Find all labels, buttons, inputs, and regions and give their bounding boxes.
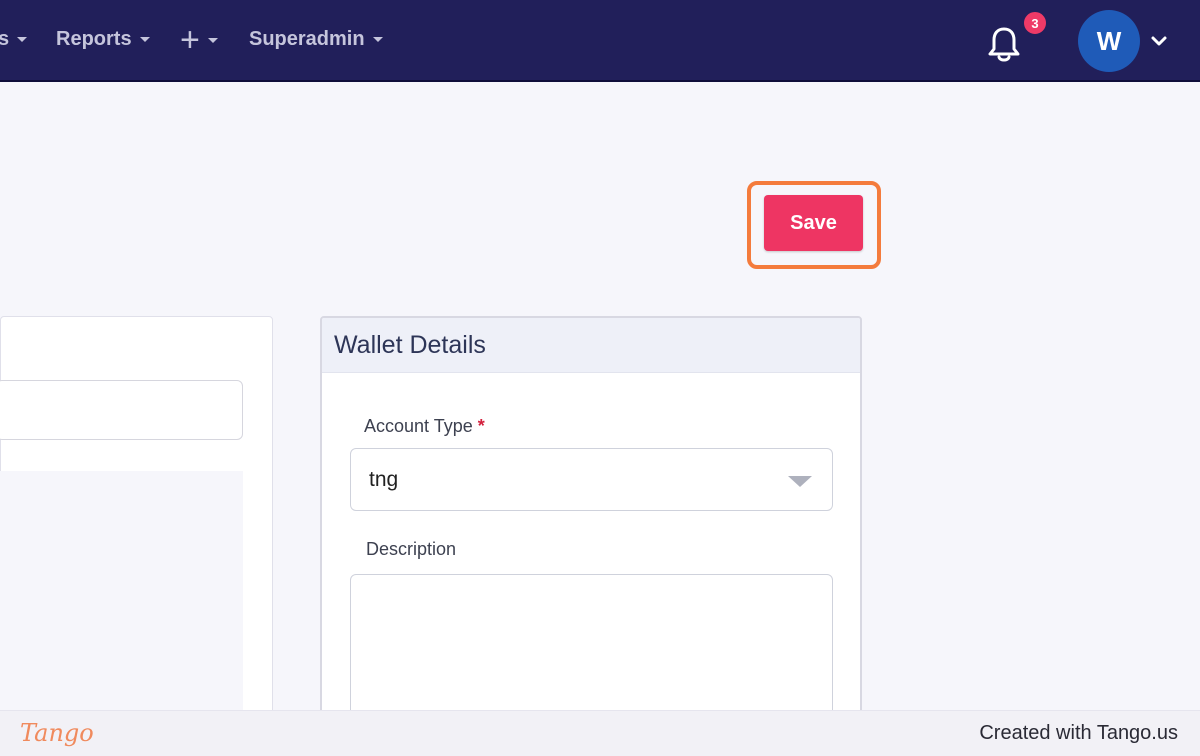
footer: Tango Created with Tango.us bbox=[0, 710, 1200, 756]
tango-logo: Tango bbox=[20, 719, 94, 747]
wallet-details-header: Wallet Details bbox=[322, 318, 860, 373]
nav-item-label: Reports bbox=[56, 28, 132, 50]
wallet-details-card: Wallet Details Account Type * tng Descri… bbox=[320, 316, 862, 716]
account-type-label-text: Account Type bbox=[364, 416, 473, 436]
caret-down-icon bbox=[139, 37, 150, 42]
left-panel bbox=[0, 471, 243, 716]
description-label: Description bbox=[366, 539, 457, 559]
required-mark: * bbox=[477, 416, 485, 436]
account-type-value: tng bbox=[369, 467, 399, 491]
notification-badge: 3 bbox=[1022, 10, 1048, 36]
bell-icon[interactable] bbox=[986, 24, 1022, 64]
plus-icon: + bbox=[180, 21, 200, 59]
left-input-field[interactable] bbox=[0, 380, 243, 440]
account-type-label: Account Type * bbox=[364, 416, 485, 437]
wallet-details-title: Wallet Details bbox=[334, 330, 486, 359]
save-button[interactable]: Save bbox=[764, 195, 863, 251]
nav-item-truncated[interactable]: s bbox=[0, 28, 28, 51]
dropdown-arrow-icon bbox=[788, 476, 812, 487]
caret-down-icon bbox=[372, 37, 383, 42]
nav-item-superadmin[interactable]: Superadmin bbox=[249, 28, 383, 51]
top-navbar: s Reports + Superadmin 3 W bbox=[0, 0, 1200, 82]
nav-item-label: s bbox=[0, 28, 10, 50]
caret-down-icon bbox=[207, 37, 218, 43]
credit-text: Created with Tango.us bbox=[979, 722, 1178, 744]
chevron-down-icon[interactable] bbox=[1150, 32, 1168, 55]
account-type-select[interactable]: tng bbox=[350, 448, 833, 511]
nav-item-label: Superadmin bbox=[249, 28, 365, 50]
caret-down-icon bbox=[17, 37, 28, 42]
nav-item-add[interactable]: + bbox=[180, 21, 218, 59]
nav-item-reports[interactable]: Reports bbox=[56, 28, 150, 51]
description-textarea[interactable] bbox=[350, 574, 833, 714]
avatar[interactable]: W bbox=[1078, 10, 1140, 72]
